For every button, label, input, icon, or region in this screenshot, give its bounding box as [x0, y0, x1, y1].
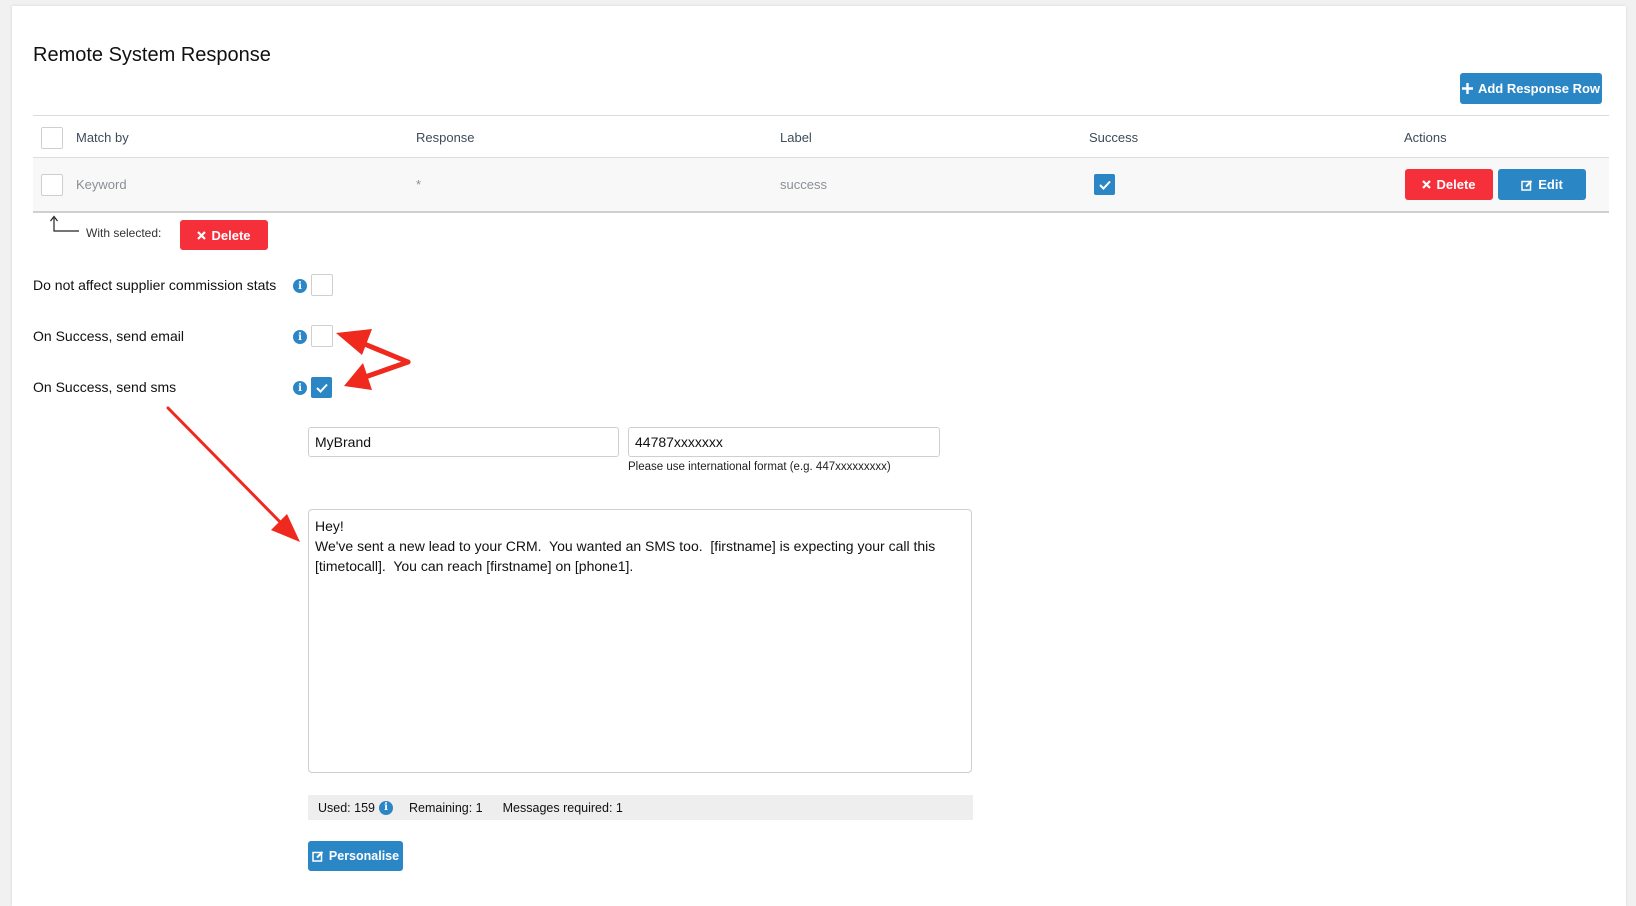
column-header-match-by: Match by — [76, 130, 129, 145]
used-count: Used: 159 — [318, 800, 375, 815]
send-email-checkbox[interactable] — [311, 325, 333, 347]
option-label-send-email: On Success, send email — [33, 328, 184, 344]
edit-icon — [1521, 179, 1533, 191]
info-icon[interactable]: i — [293, 279, 307, 293]
row-edit-label: Edit — [1538, 177, 1563, 192]
table-bottom-border — [33, 211, 1609, 213]
table-header-border — [33, 157, 1609, 158]
sms-counter-bar: Used: 159 i Remaining: 1 Messages requir… — [308, 795, 973, 820]
cell-match-by: Keyword — [76, 177, 127, 192]
column-header-success: Success — [1089, 130, 1139, 145]
row-edit-button[interactable]: Edit — [1498, 169, 1586, 200]
personalise-button[interactable]: Personalise — [308, 841, 403, 871]
sms-sender-input[interactable]: MyBrand — [308, 427, 619, 457]
row-delete-button[interactable]: Delete — [1405, 169, 1493, 200]
cell-label: success — [780, 177, 827, 192]
send-sms-checkbox[interactable] — [311, 377, 332, 398]
cell-response: * — [416, 177, 422, 192]
check-icon — [315, 383, 328, 393]
messages-required-count: Messages required: 1 — [502, 800, 623, 815]
row-select-checkbox[interactable] — [41, 174, 63, 196]
add-response-row-button[interactable]: Add Response Row — [1460, 73, 1602, 104]
remaining-count: Remaining: 1 — [408, 800, 483, 815]
option-label-send-sms: On Success, send sms — [33, 379, 177, 395]
personalise-label: Personalise — [328, 849, 400, 863]
column-header-label: Label — [780, 130, 812, 145]
info-icon[interactable]: i — [293, 381, 307, 395]
bulk-delete-button[interactable]: Delete — [180, 220, 268, 250]
column-header-response: Response — [416, 130, 475, 145]
plus-icon — [1461, 83, 1473, 94]
edit-icon — [312, 851, 324, 862]
times-icon — [197, 230, 207, 240]
info-icon[interactable]: i — [378, 800, 393, 815]
select-all-checkbox[interactable] — [41, 127, 63, 149]
check-icon — [1098, 180, 1111, 190]
number-format-help: Please use international format (e.g. 44… — [628, 461, 891, 473]
bulk-delete-label: Delete — [211, 227, 251, 243]
times-icon — [1422, 180, 1432, 189]
info-icon[interactable]: i — [293, 330, 307, 344]
option-label-commission-stats: Do not affect supplier commission stats — [33, 277, 277, 293]
table-top-border — [33, 115, 1609, 116]
commission-stats-checkbox[interactable] — [311, 274, 333, 296]
sms-message-textarea[interactable]: Hey! We've sent a new lead to your CRM. … — [308, 509, 972, 773]
cell-success-checkbox[interactable] — [1094, 174, 1115, 195]
with-selected-label: With selected: — [86, 226, 162, 240]
column-header-actions: Actions — [1404, 130, 1447, 145]
row-delete-label: Delete — [1436, 177, 1476, 192]
sms-number-input[interactable]: 44787xxxxxxx — [628, 427, 940, 457]
corner-arrow-icon — [50, 215, 79, 232]
add-response-row-label: Add Response Row — [1477, 81, 1601, 96]
page-title: Remote System Response — [33, 44, 271, 66]
